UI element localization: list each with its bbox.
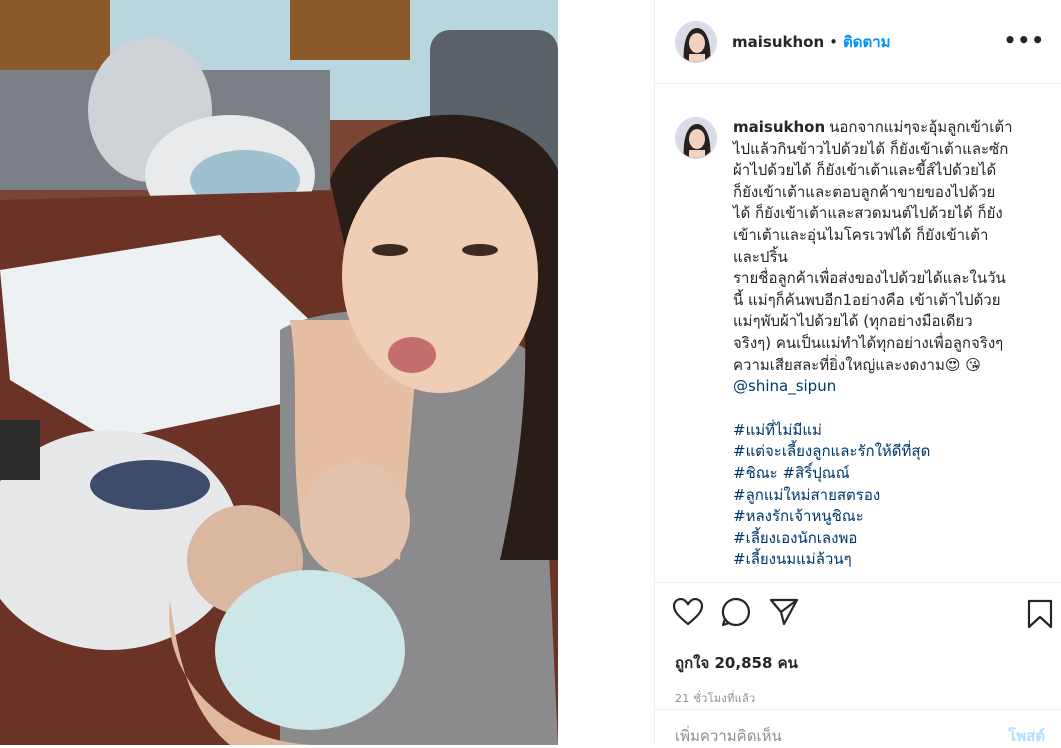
comment-form: เพิ่มความคิดเห็น โพสต์ (655, 709, 1061, 745)
post-header: maisukhon • ติดตาม ••• (655, 0, 1061, 84)
post-comment-button[interactable]: โพสต์ (1008, 724, 1045, 745)
photo-illustration (0, 0, 558, 745)
avatar[interactable] (675, 20, 717, 63)
mention-link[interactable]: @shina_sipun (733, 376, 1043, 398)
header-username[interactable]: maisukhon (732, 33, 824, 51)
caption-line: ไปแล้วกินข้าวไปด้วยได้ ก็ยังเข้าเต้าและซ… (733, 139, 1009, 158)
share-icon[interactable] (769, 598, 799, 630)
comment-icon[interactable] (721, 597, 751, 631)
action-icons (672, 597, 1061, 633)
comments-area: maisukhon นอกจากแม่ๆจะอุ้มลูกเข้าเต้า ไปแ… (655, 85, 1061, 582)
hashtag-link[interactable]: #ลูกแม่ใหม่สายสตรอง (733, 485, 1043, 507)
heart-icon[interactable] (672, 597, 704, 630)
caption: maisukhon นอกจากแม่ๆจะอุ้มลูกเข้าเต้า ไปแ… (675, 117, 1043, 571)
caption-line: ความเสียสละที่ยิ่งใหญ่และงดงาม😍 😘 (733, 355, 981, 374)
caption-line: นอกจากแม่ๆจะอุ้มลูกเข้าเต้า (829, 118, 1013, 136)
hashtag-link[interactable]: #ชิณะ #สิริ์ปุณณ์ (733, 463, 1043, 485)
photo-panel-gap (558, 0, 654, 745)
post-timestamp[interactable]: 21 ชั่วโมงที่แล้ว (675, 689, 1061, 707)
caption-line: ได้ ก็ยังเข้าเต้าและสวดมนต์ไปด้วยได้ ก็ย… (733, 204, 1003, 223)
header-separator: • (829, 32, 838, 51)
follow-button[interactable]: ติดตาม (843, 30, 891, 54)
caption-line: แม่ๆพับผ้าไปด้วยได้ (ทุกอย่างมือเดียว (733, 312, 973, 331)
comment-input[interactable]: เพิ่มความคิดเห็น (675, 724, 782, 745)
likes-count[interactable]: ถูกใจ 20,858 คน (675, 651, 1061, 675)
caption-line: เข้าเต้าและอุ่นไมโครเวฟได้ ก็ยังเข้าเต้า (733, 225, 989, 244)
caption-avatar-image (676, 118, 716, 158)
caption-line: นี้ แม่ๆก็ค้นพบอีก1อย่างคือ เข้าเต้าไปด้… (733, 290, 1001, 309)
bookmark-icon[interactable] (1027, 599, 1053, 633)
post-photo[interactable] (0, 0, 558, 745)
caption-line: รายชื่อลูกค้าเพื่อส่งของไปด้วยได้และในวั… (733, 269, 1006, 288)
caption-line: ก็ยังเข้าเต้าและตอบลูกค้าขายของไปด้วย (733, 182, 996, 201)
caption-avatar[interactable] (675, 117, 717, 159)
caption-text: maisukhon นอกจากแม่ๆจะอุ้มลูกเข้าเต้า ไปแ… (733, 117, 1043, 571)
hashtag-link[interactable]: #เลี้ยงเองนักเลงพอ (733, 528, 1043, 550)
action-bar: ถูกใจ 20,858 คน 21 ชั่วโมงที่แล้ว (655, 582, 1061, 707)
caption-line: และปริ้น (733, 247, 788, 266)
hashtag-link[interactable]: #แม่ที่ไม่มีแม่ (733, 420, 1043, 442)
hashtag-link[interactable]: #หลงรักเจ้าหนูชิณะ (733, 506, 1043, 528)
more-icon[interactable]: ••• (1004, 30, 1045, 50)
caption-line: ผ้าไปด้วยได้ ก็ยังเข้าเต้าและขี้ส์ไปด้วย… (733, 161, 997, 180)
avatar-image (676, 21, 716, 62)
post-detail-panel: maisukhon • ติดตาม ••• maisukhon นอกจากแม… (654, 0, 1061, 745)
hashtag-link[interactable]: #เลี้ยงนมแม่ล้วนๆ (733, 549, 1043, 571)
hashtag-link[interactable]: #แต่จะเลี้ยงลูกและรักให้ดีที่สุด (733, 441, 1043, 463)
caption-line: จริงๆ) คนเป็นแม่ทำได้ทุกอย่างเพื่อลูกจริ… (733, 333, 1004, 352)
caption-username[interactable]: maisukhon (733, 118, 825, 136)
